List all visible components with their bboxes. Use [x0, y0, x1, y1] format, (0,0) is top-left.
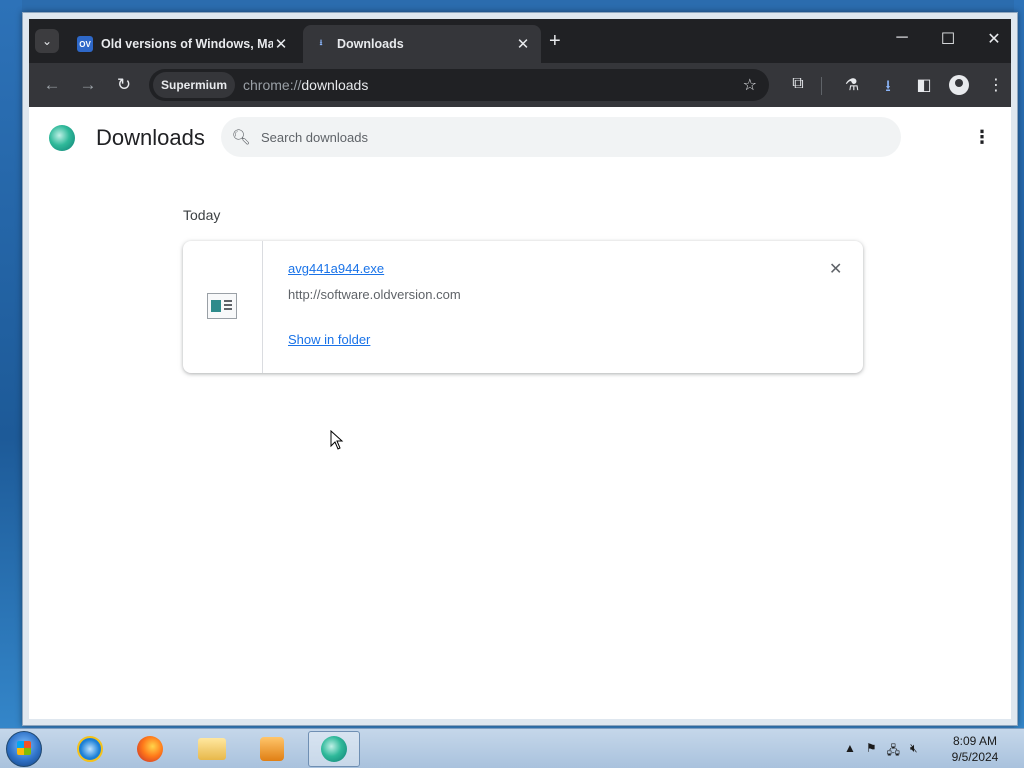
volume-muted-icon[interactable]: 🔇︎ [910, 741, 918, 762]
show-hidden-icons-icon[interactable]: ▲ [844, 741, 856, 762]
labs-flask-icon[interactable]: ⚗ [841, 75, 863, 95]
url-text: chrome://downloads [243, 77, 369, 93]
show-in-folder-link[interactable]: Show in folder [288, 332, 370, 347]
close-window-button[interactable]: ✕ [979, 29, 1009, 49]
menu-kebab-icon[interactable]: ⋮ [985, 75, 1007, 95]
chevron-down-icon: ⌄ [41, 34, 53, 48]
more-actions-icon[interactable]: ⋮ [973, 127, 991, 148]
clock-date: 9/5/2024 [951, 750, 999, 764]
action-center-flag-icon[interactable]: ⚑ [866, 741, 877, 762]
tab-search-button[interactable]: ⌄ [35, 29, 59, 53]
profile-avatar[interactable] [949, 75, 969, 95]
toolbar-divider [821, 77, 822, 95]
close-tab-icon[interactable]: ✕ [273, 35, 289, 53]
download-source-url: http://software.oldversion.com [288, 287, 461, 302]
taskbar: ▲ ⚑ 🖧 🔇︎ 8:09 AM 9/5/2024 [0, 728, 1024, 768]
firefox-icon [137, 736, 163, 762]
system-tray: ▲ ⚑ 🖧 🔇︎ [844, 741, 918, 762]
bookmark-star-icon[interactable]: ☆ [743, 75, 757, 95]
oldversion-favicon-icon: OV [77, 36, 93, 52]
tab-title: Old versions of Windows, Mac [101, 37, 273, 51]
address-bar[interactable]: Supermium chrome://downloads ☆ [149, 69, 769, 101]
taskbar-supermium[interactable] [308, 731, 360, 767]
remove-download-icon[interactable]: ✕ [829, 259, 842, 279]
start-button[interactable] [6, 731, 42, 767]
supermium-logo-icon [49, 125, 75, 151]
download-item: avg441a944.exe http://software.oldversio… [183, 241, 863, 373]
desktop-background-left [0, 0, 22, 728]
mouse-cursor-icon [330, 430, 344, 450]
browser-toolbar: ← → ↻ Supermium chrome://downloads ☆ ⧉ ⚗… [29, 63, 1011, 107]
internet-explorer-icon [77, 736, 103, 762]
page-title: Downloads [96, 125, 205, 150]
executable-file-icon [207, 293, 237, 319]
download-file-link[interactable]: avg441a944.exe [288, 261, 384, 276]
taskbar-firefox[interactable] [124, 731, 176, 767]
forward-button[interactable]: → [77, 75, 99, 95]
reload-button[interactable]: ↻ [113, 75, 135, 95]
downloads-page: Downloads 🔍︎ ⋮ Today avg441a944.exe http… [29, 107, 1011, 719]
desktop-background [0, 0, 1024, 12]
browser-window: ⌄ OV Old versions of Windows, Mac ✕ ⭳ Do… [22, 12, 1018, 726]
maximize-button[interactable]: ☐ [933, 29, 963, 49]
tab-title: Downloads [337, 37, 404, 51]
tab-downloads[interactable]: ⭳ Downloads ✕ [303, 25, 541, 63]
tab-strip: ⌄ OV Old versions of Windows, Mac ✕ ⭳ Do… [29, 19, 1011, 63]
download-icon: ⭳ [319, 38, 323, 47]
close-tab-icon[interactable]: ✕ [515, 35, 531, 53]
date-section-label: Today [183, 207, 221, 223]
extensions-icon[interactable]: ⧉ [787, 75, 809, 93]
tab-oldversion[interactable]: OV Old versions of Windows, Mac ✕ [67, 25, 299, 63]
taskbar-media-player[interactable] [246, 731, 298, 767]
downloads-header: Downloads 🔍︎ ⋮ [29, 107, 1011, 171]
search-icon: 🔍︎ [231, 129, 251, 146]
side-panel-icon[interactable]: ◧ [913, 75, 935, 95]
network-icon[interactable]: 🖧 [887, 741, 900, 762]
media-player-icon [260, 737, 284, 761]
download-icon-column [183, 241, 263, 373]
downloads-toolbar-icon[interactable]: ⭳ [877, 75, 899, 102]
taskbar-file-explorer[interactable] [186, 731, 238, 767]
new-tab-button[interactable]: + [549, 31, 561, 51]
taskbar-internet-explorer[interactable] [64, 731, 116, 767]
minimize-button[interactable]: ─ [887, 29, 917, 47]
search-input[interactable] [261, 129, 861, 145]
folder-icon [198, 738, 226, 760]
search-downloads-box[interactable]: 🔍︎ [221, 117, 901, 157]
back-button[interactable]: ← [41, 75, 63, 95]
clock-time: 8:09 AM [952, 734, 998, 748]
supermium-icon [321, 736, 347, 762]
site-chip[interactable]: Supermium [153, 72, 236, 98]
taskbar-clock[interactable]: 8:09 AM 9/5/2024 [940, 733, 1010, 765]
